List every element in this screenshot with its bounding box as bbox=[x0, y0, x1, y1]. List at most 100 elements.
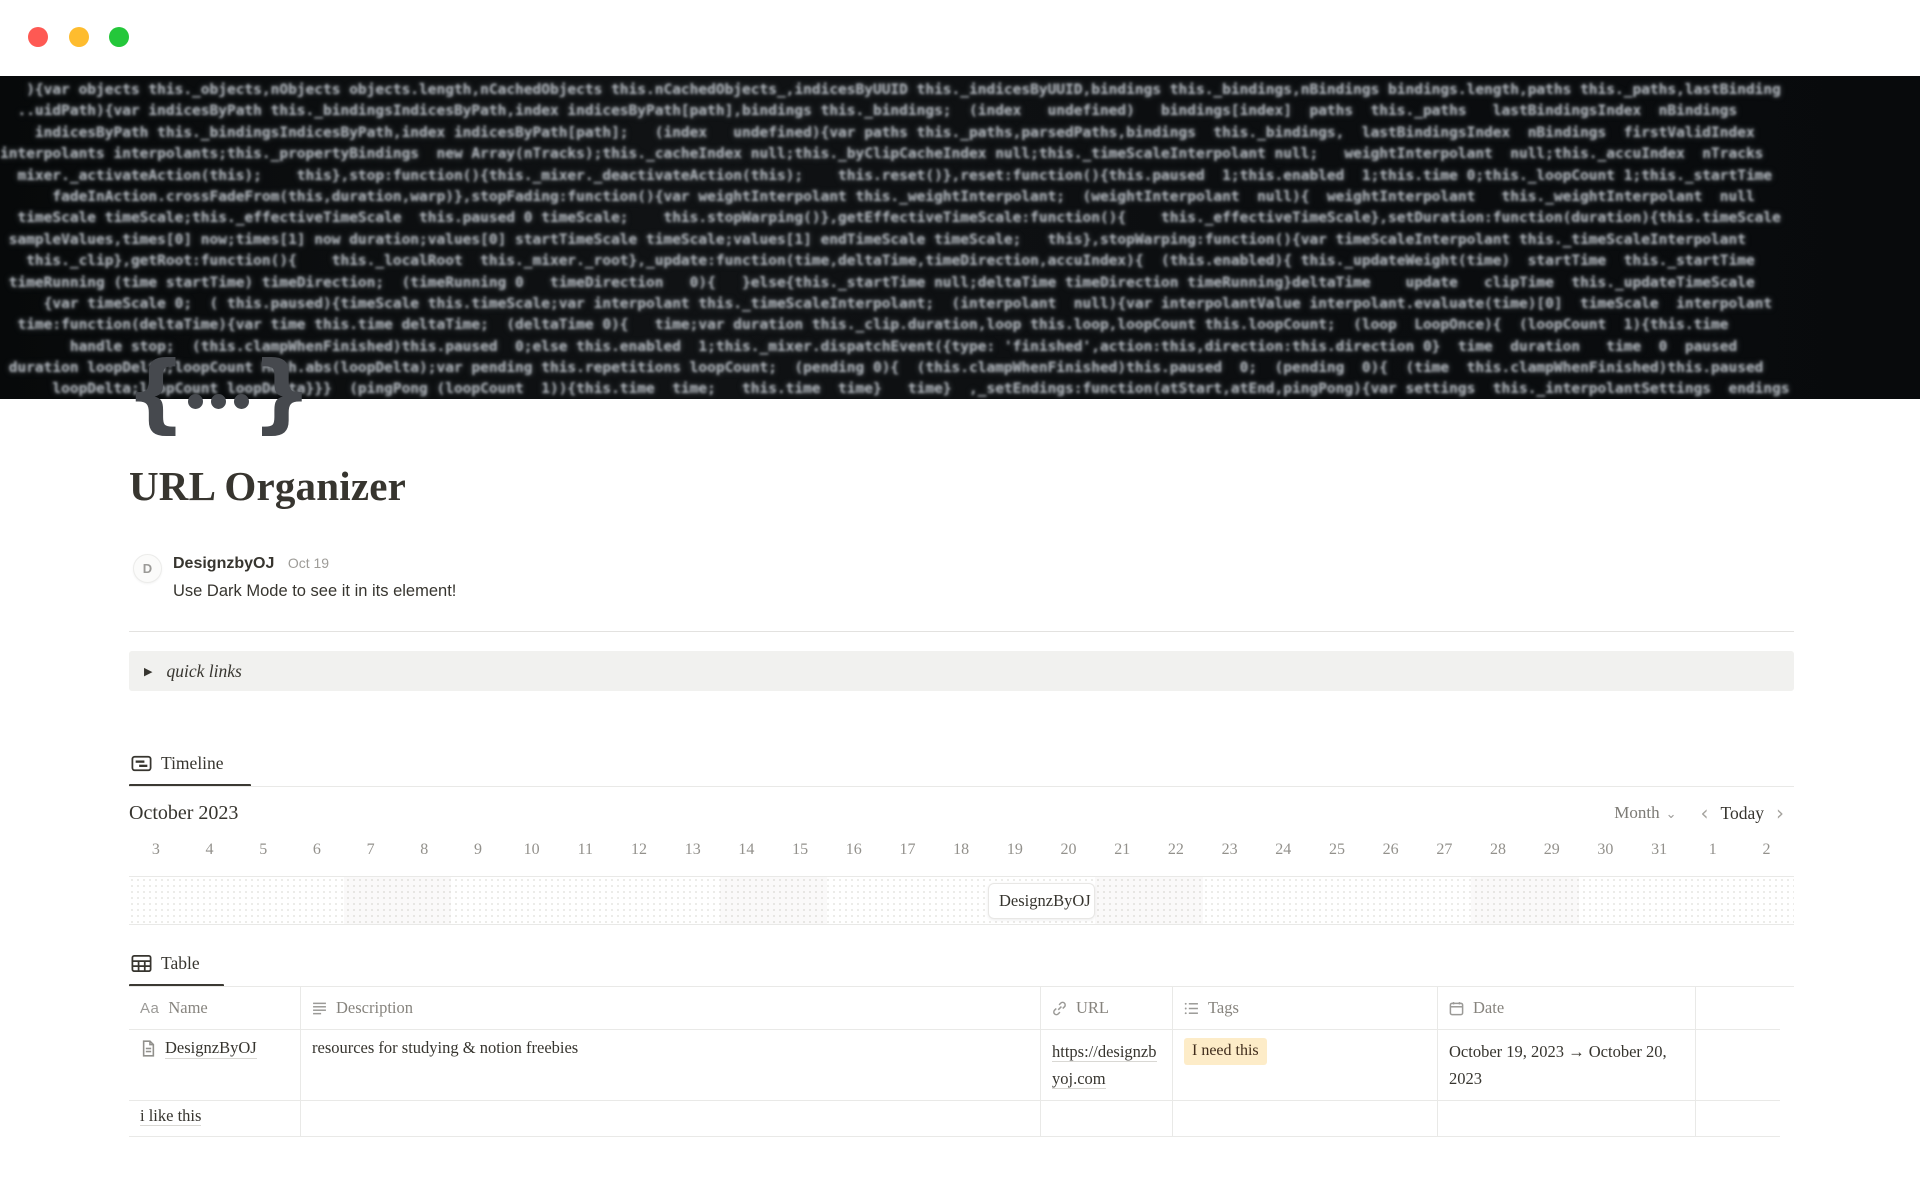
window-minimize-button[interactable] bbox=[69, 27, 89, 47]
tab-timeline-label: Timeline bbox=[161, 753, 224, 774]
table-row: DesignzByOJ resources for studying & not… bbox=[129, 1030, 1780, 1101]
timeline-day-cell[interactable] bbox=[612, 877, 666, 924]
column-header-description[interactable]: Description bbox=[300, 987, 1040, 1029]
timeline-day-cell[interactable] bbox=[1418, 877, 1472, 924]
column-header-name[interactable]: Aa Name bbox=[129, 987, 300, 1029]
day-label: 5 bbox=[236, 841, 290, 867]
tab-table-label: Table bbox=[161, 953, 200, 974]
timeline-day-cell[interactable] bbox=[720, 877, 774, 924]
timeline-day-cell[interactable] bbox=[1364, 877, 1418, 924]
page-link-text[interactable]: DesignzByOJ bbox=[165, 1038, 257, 1059]
timeline-day-cell[interactable] bbox=[236, 877, 290, 924]
table-row: i like this bbox=[129, 1101, 1780, 1137]
timeline-day-cell[interactable] bbox=[827, 877, 881, 924]
timeline-day-cell[interactable] bbox=[666, 877, 720, 924]
timeline-next-button[interactable]: › bbox=[1766, 801, 1794, 825]
timeline-day-cell[interactable] bbox=[1579, 877, 1633, 924]
timeline-day-cell[interactable] bbox=[344, 877, 398, 924]
comment-block[interactable]: D DesignzbyOJ Oct 19 Use Dark Mode to se… bbox=[129, 549, 829, 609]
row-filler bbox=[1695, 1030, 1780, 1100]
table-view-icon bbox=[131, 953, 152, 974]
day-label: 3 bbox=[129, 841, 183, 867]
timeline-view-selector[interactable]: Month⌄ bbox=[1614, 803, 1676, 823]
toggle-triangle-icon[interactable]: ▶ bbox=[144, 665, 152, 678]
day-label: 25 bbox=[1310, 841, 1364, 867]
day-label: 2 bbox=[1740, 841, 1794, 867]
day-label: 31 bbox=[1632, 841, 1686, 867]
tab-table[interactable]: Table bbox=[131, 953, 200, 974]
calendar-icon bbox=[1449, 1001, 1464, 1016]
cell-url[interactable]: https://designzbyoj.com bbox=[1040, 1030, 1172, 1100]
cell-tags[interactable] bbox=[1172, 1101, 1437, 1136]
day-label: 22 bbox=[1149, 841, 1203, 867]
timeline-day-cell[interactable] bbox=[559, 877, 613, 924]
tags-list-icon bbox=[1184, 1001, 1199, 1016]
tag-pill: I need this bbox=[1184, 1038, 1267, 1065]
timeline-day-cell[interactable] bbox=[397, 877, 451, 924]
cell-description[interactable] bbox=[300, 1101, 1040, 1136]
cell-description[interactable]: resources for studying & notion freebies bbox=[300, 1030, 1040, 1100]
add-column-area[interactable] bbox=[1695, 987, 1780, 1029]
description-icon bbox=[312, 1001, 327, 1016]
quick-links-toggle[interactable]: ▶ quick links bbox=[129, 651, 1794, 691]
tab-timeline[interactable]: Timeline bbox=[131, 753, 224, 774]
chevron-down-icon: ⌄ bbox=[1666, 807, 1677, 822]
day-label: 1 bbox=[1686, 841, 1740, 867]
cell-name[interactable]: DesignzByOJ bbox=[129, 1030, 300, 1100]
url-link[interactable]: https://designzbyoj.com bbox=[1052, 1042, 1157, 1089]
day-label: 29 bbox=[1525, 841, 1579, 867]
timeline-day-cell[interactable] bbox=[1203, 877, 1257, 924]
timeline-prev-button[interactable]: ‹ bbox=[1691, 801, 1719, 825]
timeline-day-cell[interactable] bbox=[1095, 877, 1149, 924]
page-icon[interactable]: { } bbox=[125, 348, 312, 438]
column-header-date[interactable]: Date bbox=[1437, 987, 1695, 1029]
cell-url[interactable] bbox=[1040, 1101, 1172, 1136]
timeline-day-cell[interactable] bbox=[1310, 877, 1364, 924]
timeline-day-cell[interactable] bbox=[1525, 877, 1579, 924]
comment-body: Use Dark Mode to see it in its element! bbox=[173, 582, 456, 601]
window-fullscreen-button[interactable] bbox=[109, 27, 129, 47]
timeline-day-cell[interactable] bbox=[183, 877, 237, 924]
timeline-day-cell[interactable] bbox=[773, 877, 827, 924]
cell-date[interactable]: October 19, 2023 → October 20, 2023 bbox=[1437, 1030, 1695, 1100]
day-label: 26 bbox=[1364, 841, 1418, 867]
page-link-text[interactable]: i like this bbox=[140, 1106, 201, 1126]
day-label: 14 bbox=[720, 841, 774, 867]
column-label: URL bbox=[1076, 998, 1109, 1018]
date-range-text: October 19, 2023 → October 20, 2023 bbox=[1449, 1042, 1667, 1088]
cell-name[interactable]: i like this bbox=[129, 1101, 300, 1136]
database-table: Aa Name Description URL bbox=[129, 987, 1780, 1137]
tabbar-border bbox=[129, 786, 1794, 787]
day-label: 21 bbox=[1095, 841, 1149, 867]
day-label: 16 bbox=[827, 841, 881, 867]
timeline-item-card[interactable]: DesignzByOJ bbox=[988, 883, 1095, 919]
window-close-button[interactable] bbox=[28, 27, 48, 47]
timeline-day-cell[interactable] bbox=[129, 877, 183, 924]
url-link-icon bbox=[1052, 1001, 1067, 1016]
day-label: 10 bbox=[505, 841, 559, 867]
timeline-day-cell[interactable] bbox=[881, 877, 935, 924]
timeline-day-cell[interactable] bbox=[934, 877, 988, 924]
timeline-today-button[interactable]: Today bbox=[1721, 803, 1765, 824]
cell-date[interactable] bbox=[1437, 1101, 1695, 1136]
timeline-day-cell[interactable] bbox=[505, 877, 559, 924]
column-header-tags[interactable]: Tags bbox=[1172, 987, 1437, 1029]
page-title[interactable]: URL Organizer bbox=[129, 462, 406, 510]
day-label: 23 bbox=[1203, 841, 1257, 867]
timeline-day-cell[interactable] bbox=[1471, 877, 1525, 924]
timeline-day-cell[interactable] bbox=[451, 877, 505, 924]
column-header-url[interactable]: URL bbox=[1040, 987, 1172, 1029]
timeline-day-cell[interactable] bbox=[1149, 877, 1203, 924]
day-label: 6 bbox=[290, 841, 344, 867]
day-label: 27 bbox=[1418, 841, 1472, 867]
timeline-day-cell[interactable] bbox=[1632, 877, 1686, 924]
cell-tags[interactable]: I need this bbox=[1172, 1030, 1437, 1100]
day-label: 4 bbox=[183, 841, 237, 867]
timeline-day-cell[interactable] bbox=[1256, 877, 1310, 924]
row-filler bbox=[1695, 1101, 1780, 1136]
timeline-day-labels: 3456789101112131415161718192021222324252… bbox=[129, 841, 1794, 867]
table-header-row: Aa Name Description URL bbox=[129, 987, 1780, 1030]
timeline-day-cell[interactable] bbox=[1740, 877, 1794, 924]
timeline-day-cell[interactable] bbox=[1686, 877, 1740, 924]
timeline-day-cell[interactable] bbox=[290, 877, 344, 924]
